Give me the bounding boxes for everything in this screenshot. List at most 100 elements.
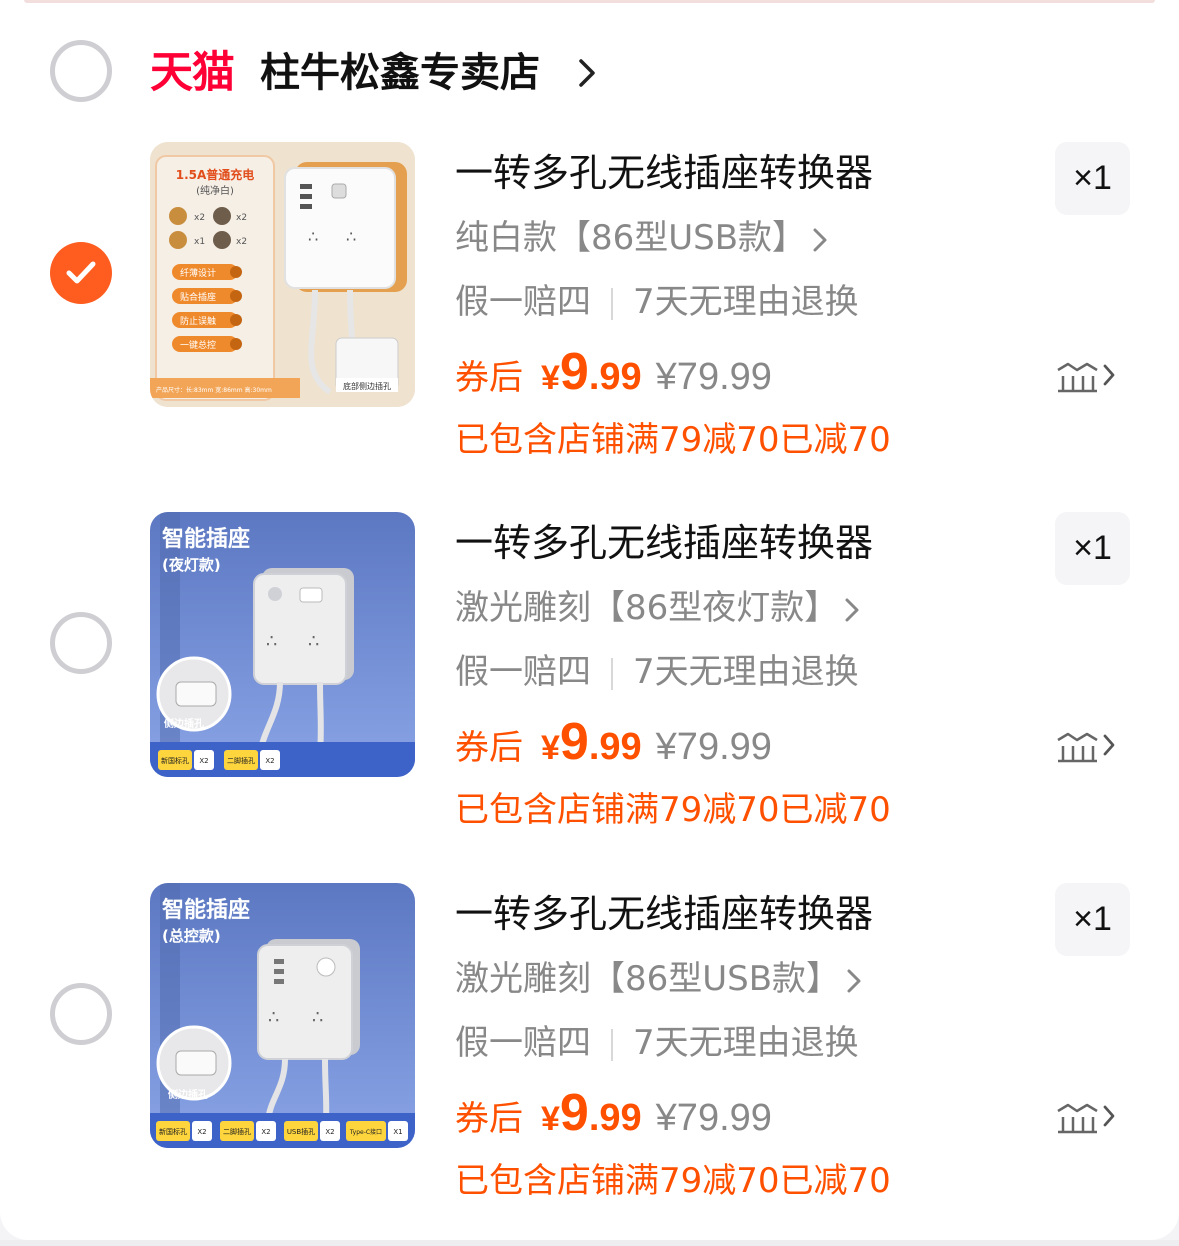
cart-item[interactable]: 智能插座 (总控款) ∴ ∴ 侧边插孔 新国标孔 X2 二脚插孔 X2 USB插… (0, 883, 1179, 1213)
svg-text:∴: ∴ (312, 1007, 323, 1028)
sku-selector[interactable]: 纯白款【86型USB款】 (455, 216, 828, 260)
store-name[interactable]: 柱牛松鑫专卖店 (260, 48, 540, 98)
product-image[interactable]: 智能插座 (夜灯款) ∴ ∴ 侧边插孔 新国标孔 X2 二脚插孔 X2 (150, 512, 415, 777)
image-tag-count: X2 (261, 1128, 270, 1136)
image-count: x1 (194, 237, 205, 247)
image-badge-sub: (纯净白) (196, 184, 234, 197)
discount-note: 已包含店铺满79减70已减70 (455, 1161, 891, 1201)
store-select-radio[interactable] (50, 40, 112, 102)
price-decimal: .99 (588, 356, 642, 398)
product-title[interactable]: 一转多孔无线插座转换器 (455, 520, 873, 566)
image-tag: 新国标孔 (161, 756, 189, 765)
chevron-right-icon (813, 228, 827, 251)
service-guarantees: 假一赔四 7天无理由退换 (455, 1021, 859, 1065)
discount-note: 已包含店铺满79减70已减70 (455, 420, 891, 460)
currency-symbol: ¥ (541, 1100, 560, 1138)
svg-text:∴: ∴ (268, 1007, 279, 1028)
price-integer: 9 (559, 713, 589, 771)
price-decimal: .99 (588, 726, 642, 768)
cart-item[interactable]: 1.5A普通充电 (纯净白) x2 x2 x1 x2 纤薄设计 贴合插座 防止误… (0, 142, 1179, 472)
service-guarantees: 假一赔四 7天无理由退换 (455, 650, 859, 694)
divider (611, 287, 613, 320)
top-divider (24, 0, 1155, 3)
svg-text:∴: ∴ (346, 227, 356, 246)
discount-note: 已包含店铺满79减70已减70 (455, 790, 891, 830)
service-guarantees: 假一赔四 7天无理由退换 (455, 280, 859, 324)
price-trend-icon[interactable] (1055, 730, 1119, 764)
image-count: x2 (194, 213, 205, 223)
chevron-right-icon[interactable] (578, 58, 596, 88)
feature-pill: 防止误触 (180, 315, 216, 327)
feature-pill: 纤薄设计 (180, 267, 216, 279)
image-subheading: (夜灯款) (162, 556, 221, 574)
image-heading: 智能插座 (162, 897, 250, 923)
quantity-button[interactable]: ×1 (1055, 142, 1130, 215)
quantity-button[interactable]: ×1 (1055, 512, 1130, 585)
svg-text:∴: ∴ (308, 631, 319, 652)
image-tag-count: X2 (265, 757, 274, 765)
image-tag-count: X2 (197, 1128, 206, 1136)
chevron-right-icon (845, 598, 859, 621)
item-select-radio[interactable] (50, 242, 112, 304)
guarantee-return: 7天无理由退换 (633, 652, 859, 692)
image-tag: 二脚插孔 (227, 756, 255, 765)
item-select-radio[interactable] (50, 983, 112, 1045)
price-row: 券后 ¥9.99 ¥79.99 (455, 1083, 772, 1143)
cart-item[interactable]: 智能插座 (夜灯款) ∴ ∴ 侧边插孔 新国标孔 X2 二脚插孔 X2 一转多孔… (0, 512, 1179, 842)
guarantee-return: 7天无理由退换 (633, 1023, 859, 1063)
image-tag-count: X2 (325, 1128, 334, 1136)
image-count: x2 (236, 213, 247, 223)
price-integer: 9 (559, 1084, 589, 1142)
sku-selector[interactable]: 激光雕刻【86型夜灯款】 (455, 586, 860, 630)
product-image[interactable]: 智能插座 (总控款) ∴ ∴ 侧边插孔 新国标孔 X2 二脚插孔 X2 USB插… (150, 883, 415, 1148)
chevron-right-icon (847, 969, 861, 992)
bottom-gap (0, 1240, 1179, 1246)
image-tag: 新国标孔 (159, 1127, 187, 1136)
tmall-logo: 天猫 (150, 48, 235, 98)
coupon-label: 券后 (455, 358, 523, 398)
original-price: ¥79.99 (655, 356, 772, 398)
product-title[interactable]: 一转多孔无线插座转换器 (455, 891, 873, 937)
product-title[interactable]: 一转多孔无线插座转换器 (455, 150, 873, 196)
price-row: 券后 ¥9.99 ¥79.99 (455, 712, 772, 772)
guarantee-return: 7天无理由退换 (633, 282, 859, 322)
quantity-button[interactable]: ×1 (1055, 883, 1130, 956)
coupon-label: 券后 (455, 1099, 523, 1139)
image-callout: 侧边插孔 (168, 1088, 208, 1101)
sku-selector[interactable]: 激光雕刻【86型USB款】 (455, 957, 862, 1001)
divider (611, 1028, 613, 1061)
image-tag: USB插孔 (287, 1127, 315, 1136)
price-trend-icon[interactable] (1055, 360, 1119, 394)
original-price: ¥79.99 (655, 726, 772, 768)
original-price: ¥79.99 (655, 1097, 772, 1139)
sku-text: 纯白款【86型USB款】 (455, 218, 807, 258)
currency-symbol: ¥ (541, 729, 560, 767)
guarantee-fake-compensation: 假一赔四 (455, 282, 591, 322)
price-decimal: .99 (588, 1097, 642, 1139)
guarantee-fake-compensation: 假一赔四 (455, 652, 591, 692)
checkmark-icon (66, 261, 96, 284)
image-badge: 1.5A普通充电 (176, 167, 255, 182)
image-tag: 二脚插孔 (223, 1127, 251, 1136)
store-header[interactable]: 天猫 柱牛松鑫专卖店 (50, 36, 750, 110)
image-tag: Type-C接口 (349, 1128, 382, 1136)
image-count: x2 (236, 237, 247, 247)
image-subheading: (总控款) (162, 927, 221, 945)
image-footer: 产品尺寸：长:83mm 宽:86mm 高:30mm (156, 386, 272, 394)
coupon-label: 券后 (455, 728, 523, 768)
item-select-radio[interactable] (50, 612, 112, 674)
feature-pill: 一键总控 (180, 339, 216, 351)
price-row: 券后 ¥9.99 ¥79.99 (455, 342, 772, 402)
cart-store-card: 天猫 柱牛松鑫专卖店 1.5A普通充电 (纯净白) x2 x2 x1 x2 纤薄… (0, 0, 1179, 1240)
price-integer: 9 (559, 343, 589, 401)
product-image[interactable]: 1.5A普通充电 (纯净白) x2 x2 x1 x2 纤薄设计 贴合插座 防止误… (150, 142, 415, 407)
feature-pill: 贴合插座 (180, 291, 216, 303)
image-callout: 底部侧边插孔 (343, 381, 391, 391)
image-tag-count: X2 (199, 757, 208, 765)
divider (611, 657, 613, 690)
currency-symbol: ¥ (541, 359, 560, 397)
price-trend-icon[interactable] (1055, 1101, 1119, 1135)
sku-text: 激光雕刻【86型夜灯款】 (455, 588, 839, 628)
image-tag-count: X1 (393, 1128, 402, 1136)
image-heading: 智能插座 (162, 526, 250, 552)
